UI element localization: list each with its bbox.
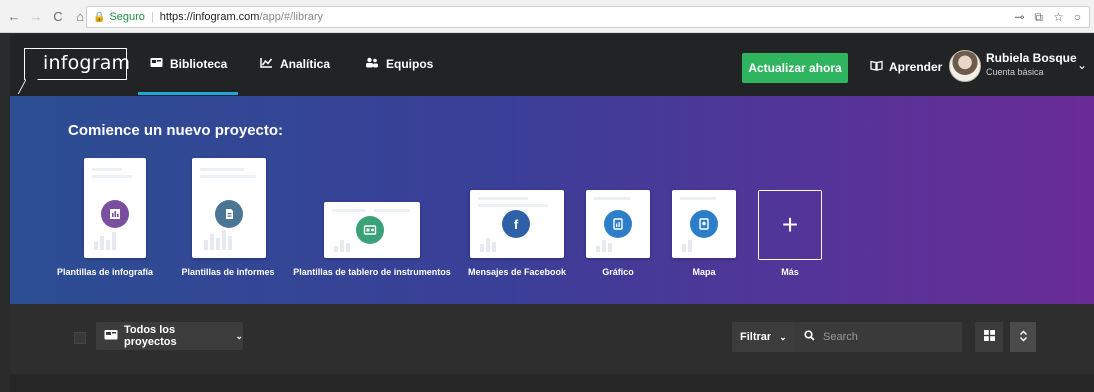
sort-icon [1019,330,1028,345]
new-project-panel: Comience un nuevo proyecto: Plantillas d… [10,96,1094,304]
infographic-icon [101,200,129,228]
tab-biblioteca[interactable]: Biblioteca [150,54,227,74]
sort-button[interactable] [1010,322,1036,352]
user-plan: Cuenta básica [986,67,1044,77]
omnibox-icons: ⊸ ⧉ ☆ ○ [1014,10,1081,25]
back-icon[interactable]: ← [6,9,22,24]
logo-speech-tail [17,78,41,94]
search-box [794,322,962,352]
lock-icon: 🔒 [93,11,106,23]
projects-filter-label: Todos los proyectos [124,324,177,348]
template-report-label: Plantillas de informes [181,267,275,277]
select-all-checkbox[interactable] [74,332,86,344]
browser-toolbar: ← → C ⌂ 🔒 Seguro | https://infogram.com /… [0,0,1094,33]
plus-icon: + [758,190,822,260]
tab-analitica-label: Analítica [280,57,331,71]
app-header: infogram Biblioteca Analítica Equipos Ac… [10,34,1094,96]
chevron-down-icon: ⌄ [235,330,243,341]
filter-label: Filtrar [740,331,772,343]
grid-icon [983,328,995,346]
user-name[interactable]: Rubiela Bosque [986,51,1077,65]
extension-icon[interactable]: ○ [1074,10,1081,25]
project-list-area [10,374,1094,392]
template-facebook-label: Mensajes de Facebook [467,267,567,277]
key-icon[interactable]: ⊸ [1014,10,1024,25]
new-project-title: Comience un nuevo proyecto: [68,122,284,139]
address-bar[interactable]: 🔒 Seguro | https://infogram.com/app/#/li… [86,6,1090,28]
url-host: https://infogram.com [159,11,260,23]
report-icon [215,200,243,228]
learn-label: Aprender [889,60,943,74]
template-map-label: Mapa [692,267,716,277]
active-tab-indicator [138,92,238,95]
filter-dropdown[interactable]: Filtrar ⌄ [732,322,794,352]
forward-icon[interactable]: → [28,9,44,24]
upgrade-button[interactable]: Actualizar ahora [742,53,848,83]
template-more-label: Más [781,267,799,277]
tab-equipos[interactable]: Equipos [365,54,433,74]
facebook-icon: f [502,210,530,238]
learn-button[interactable]: Aprender [870,60,942,74]
secure-label: Seguro [109,11,145,23]
search-input[interactable] [823,331,953,343]
url-separator: | [150,11,154,23]
search-icon [804,328,815,346]
dashboard-icon [356,216,384,244]
avatar[interactable] [949,50,981,82]
chevron-down-icon[interactable]: ⌄ [1077,58,1087,72]
template-dashboard-label: Plantillas de tablero de instrumentos [293,267,451,277]
reload-icon[interactable]: C [50,9,66,24]
template-infographic-label: Plantillas de infografía [56,267,154,277]
book-icon [870,60,883,74]
projects-toolbar: Todos los proyectos ⌄ Filtrar ⌄ [10,304,1094,374]
library-icon [150,57,163,71]
teams-icon [365,57,379,71]
analytics-icon [260,57,273,71]
translate-icon[interactable]: ⧉ [1034,10,1043,25]
chart-icon [604,210,632,238]
chevron-down-icon: ⌄ [779,331,787,342]
grid-view-button[interactable] [975,322,1003,352]
tab-analitica[interactable]: Analítica [260,54,330,74]
projects-filter-dropdown[interactable]: Todos los proyectos ⌄ [96,322,243,350]
bookmark-star-icon[interactable]: ☆ [1053,10,1064,25]
url-path: /app/#/library [259,11,324,23]
tab-equipos-label: Equipos [386,57,434,71]
folder-icon [104,329,118,343]
map-icon [690,210,718,238]
tab-biblioteca-label: Biblioteca [170,57,228,71]
template-chart-label: Gráfico [602,267,634,277]
infogram-logo[interactable]: infogram [24,48,130,80]
